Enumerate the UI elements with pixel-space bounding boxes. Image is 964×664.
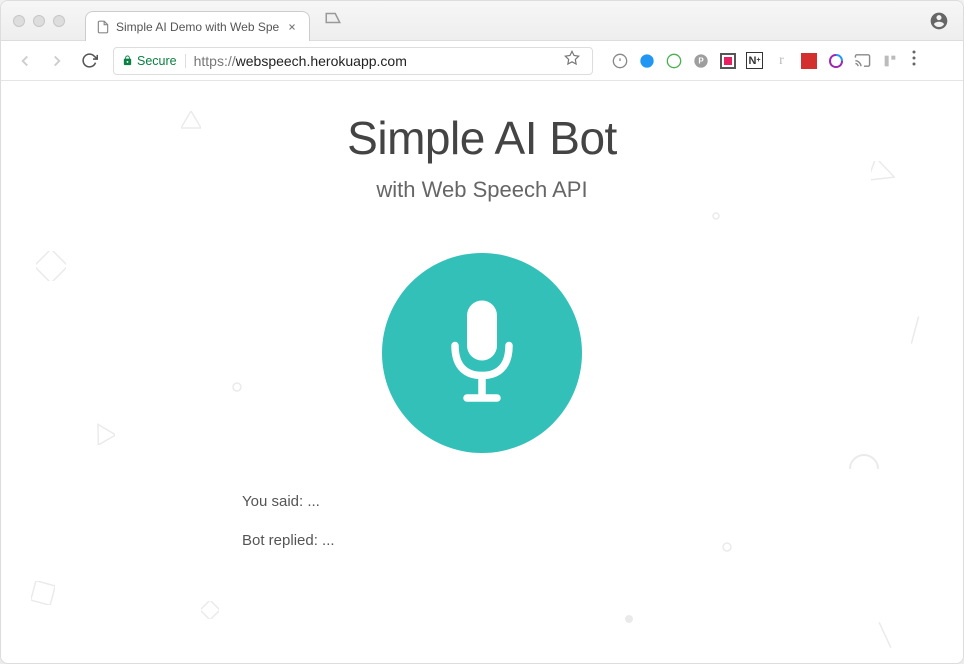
tab-strip: Simple AI Demo with Web Spe — [85, 1, 348, 40]
svg-text:P: P — [698, 56, 704, 65]
back-button[interactable] — [11, 47, 39, 75]
page-icon — [96, 20, 110, 34]
extension-icon[interactable] — [611, 52, 628, 69]
microphone-button[interactable] — [382, 253, 582, 453]
forward-button[interactable] — [43, 47, 71, 75]
bookmark-star-icon[interactable] — [560, 50, 584, 71]
browser-window: Simple AI Demo with Web Spe — [0, 0, 964, 664]
toolbar: Secure https://webspeech.herokuapp.com — [1, 41, 963, 81]
user-profile-icon[interactable] — [929, 11, 949, 31]
secure-badge: Secure — [122, 54, 186, 68]
new-tab-button[interactable] — [318, 7, 348, 34]
extension-icon[interactable] — [719, 52, 736, 69]
extension-icon[interactable] — [827, 52, 844, 69]
browser-tab[interactable]: Simple AI Demo with Web Spe — [85, 11, 310, 41]
extension-icon[interactable] — [800, 52, 817, 69]
page-content: Simple AI Bot with Web Speech API You sa… — [1, 81, 963, 663]
menu-button[interactable] — [906, 50, 922, 71]
extension-icon[interactable]: r — [773, 52, 790, 69]
bot-replied-label: Bot replied: — [242, 532, 322, 549]
transcript-area: You said: ... Bot replied: ... — [242, 493, 722, 549]
extension-icon[interactable] — [881, 52, 898, 69]
you-said-line: You said: ... — [242, 493, 722, 510]
reload-button[interactable] — [75, 47, 103, 75]
extension-icon[interactable] — [638, 52, 655, 69]
extension-icon[interactable]: P — [692, 52, 709, 69]
extension-icons: P N+ r — [611, 52, 898, 69]
page-title: Simple AI Bot — [1, 111, 963, 165]
close-tab-icon[interactable] — [285, 20, 299, 34]
microphone-icon — [432, 293, 532, 413]
extension-icon[interactable] — [665, 52, 682, 69]
url-protocol: https:// — [194, 53, 236, 69]
address-bar[interactable]: Secure https://webspeech.herokuapp.com — [113, 47, 593, 75]
secure-label: Secure — [137, 54, 177, 68]
extension-icon[interactable]: N+ — [746, 52, 763, 69]
url-text: https://webspeech.herokuapp.com — [194, 53, 560, 69]
page-subtitle: with Web Speech API — [1, 177, 963, 203]
title-bar: Simple AI Demo with Web Spe — [1, 1, 963, 41]
bot-replied-line: Bot replied: ... — [242, 532, 722, 549]
you-said-value: ... — [307, 493, 320, 510]
cast-icon[interactable] — [854, 52, 871, 69]
maximize-window-button[interactable] — [53, 15, 65, 27]
lock-icon — [122, 55, 133, 66]
url-domain: webspeech.herokuapp.com — [236, 53, 407, 69]
you-said-label: You said: — [242, 493, 307, 510]
close-window-button[interactable] — [13, 15, 25, 27]
bot-replied-value: ... — [322, 532, 335, 549]
window-controls — [13, 15, 65, 27]
minimize-window-button[interactable] — [33, 15, 45, 27]
tab-title: Simple AI Demo with Web Spe — [116, 20, 279, 34]
